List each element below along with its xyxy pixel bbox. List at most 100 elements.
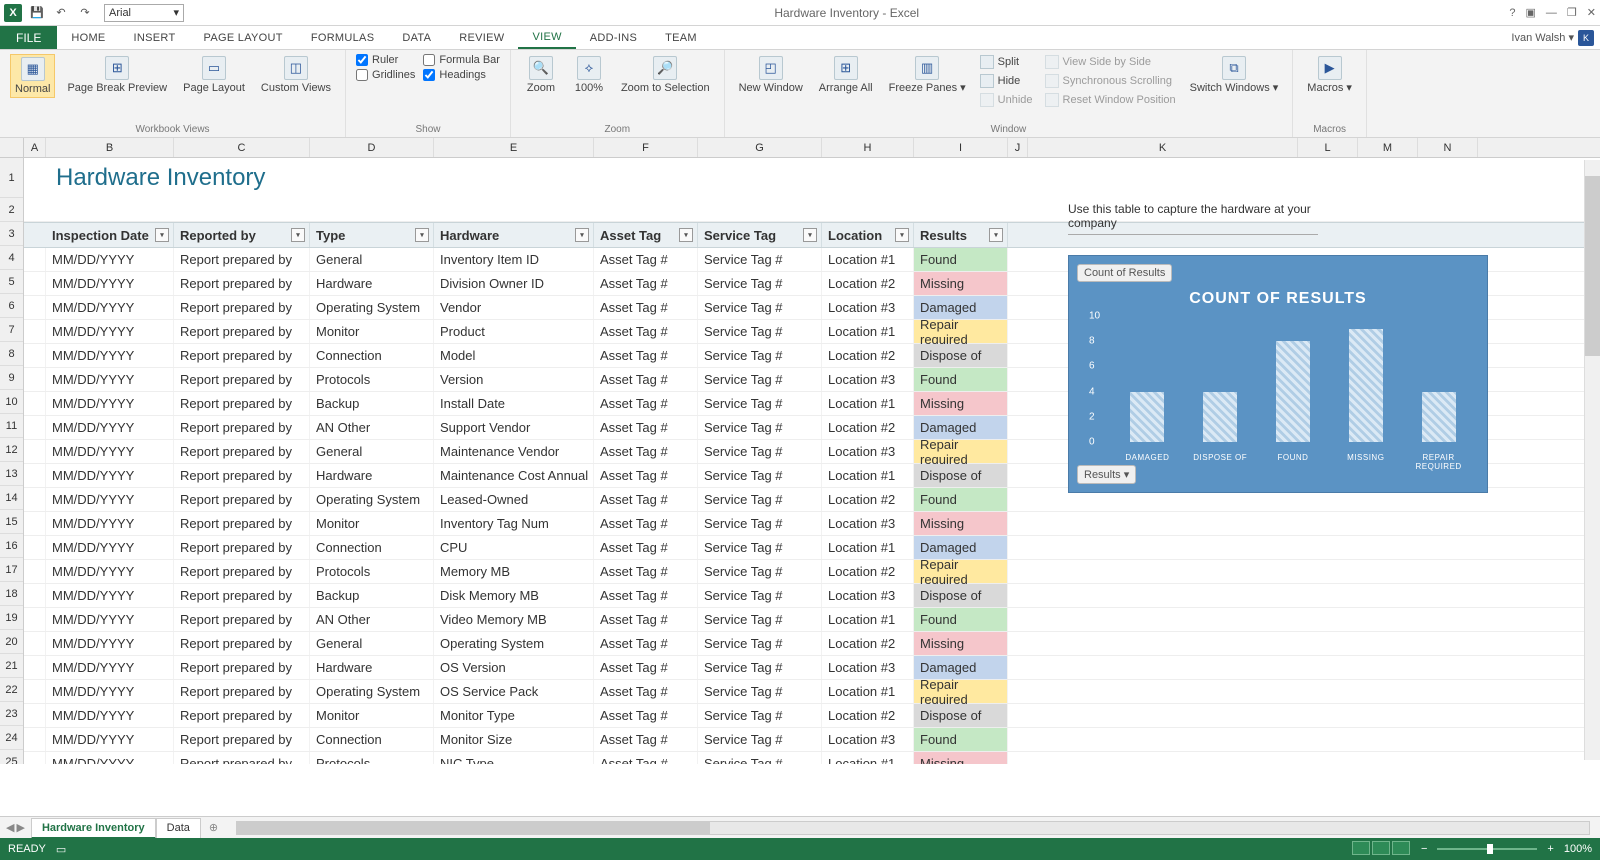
cell[interactable]: Location #3 — [822, 584, 914, 607]
page-break-preview-button[interactable]: ⊞Page Break Preview — [63, 54, 171, 96]
cell[interactable]: MM/DD/YYYY — [46, 728, 174, 751]
cell[interactable]: MM/DD/YYYY — [46, 464, 174, 487]
cell[interactable]: MM/DD/YYYY — [46, 320, 174, 343]
row-header[interactable]: 24 — [0, 726, 23, 750]
cell[interactable]: MM/DD/YYYY — [46, 656, 174, 679]
cell[interactable]: Report prepared by — [174, 536, 310, 559]
switch-windows-button[interactable]: ⧉Switch Windows ▾ — [1186, 54, 1283, 96]
results-cell[interactable]: Missing — [914, 512, 1008, 535]
cell[interactable]: Service Tag # — [698, 704, 822, 727]
cell[interactable]: NIC Type — [434, 752, 594, 764]
cell[interactable]: Connection — [310, 536, 434, 559]
row-header[interactable]: 10 — [0, 390, 23, 414]
cell[interactable]: Location #1 — [822, 752, 914, 764]
help-icon[interactable]: ? — [1509, 7, 1515, 19]
sheet-tab-data[interactable]: Data — [156, 818, 201, 839]
column-header[interactable]: M — [1358, 138, 1418, 157]
table-row[interactable]: MM/DD/YYYYReport prepared byConnectionMo… — [24, 728, 1600, 752]
row-header[interactable]: 19 — [0, 606, 23, 630]
bar[interactable] — [1349, 329, 1383, 442]
cell[interactable]: Report prepared by — [174, 368, 310, 391]
zoom-100-button[interactable]: ⟡100% — [569, 54, 609, 96]
results-cell[interactable]: Repair required — [914, 680, 1008, 703]
cell[interactable]: Location #1 — [822, 320, 914, 343]
zoom-in-button[interactable]: + — [1547, 843, 1553, 855]
cell[interactable]: Service Tag # — [698, 392, 822, 415]
cell[interactable]: Inventory Tag Num — [434, 512, 594, 535]
cell[interactable]: Asset Tag # — [594, 608, 698, 631]
cell[interactable]: Service Tag # — [698, 680, 822, 703]
cell[interactable]: OS Service Pack — [434, 680, 594, 703]
zoom-out-button[interactable]: − — [1421, 843, 1427, 855]
cell[interactable]: Service Tag # — [698, 632, 822, 655]
cell[interactable]: MM/DD/YYYY — [46, 584, 174, 607]
cell[interactable]: Asset Tag # — [594, 752, 698, 764]
cell[interactable]: Operating System — [310, 680, 434, 703]
column-header[interactable]: D — [310, 138, 434, 157]
results-cell[interactable]: Found — [914, 608, 1008, 631]
cell[interactable]: Service Tag # — [698, 752, 822, 764]
results-cell[interactable]: Found — [914, 728, 1008, 751]
column-header[interactable]: B — [46, 138, 174, 157]
cell[interactable]: Asset Tag # — [594, 704, 698, 727]
cell[interactable]: MM/DD/YYYY — [46, 248, 174, 271]
tab-formulas[interactable]: FORMULAS — [297, 26, 389, 49]
cell[interactable]: Asset Tag # — [594, 368, 698, 391]
table-row[interactable]: MM/DD/YYYYReport prepared byMonitorInven… — [24, 512, 1600, 536]
font-dropdown[interactable]: Arial ▾ — [104, 4, 184, 22]
row-header[interactable]: 12 — [0, 438, 23, 462]
save-icon[interactable]: 💾 — [28, 4, 46, 22]
row-header[interactable]: 4 — [0, 246, 23, 270]
split-button[interactable]: Split — [978, 54, 1035, 70]
restore-icon[interactable]: ❐ — [1567, 6, 1577, 19]
cell[interactable]: MM/DD/YYYY — [46, 680, 174, 703]
filter-icon[interactable]: ▾ — [895, 228, 909, 242]
tab-page-layout[interactable]: PAGE LAYOUT — [190, 26, 297, 49]
cell[interactable]: Model — [434, 344, 594, 367]
cell[interactable]: Report prepared by — [174, 512, 310, 535]
cell[interactable]: Location #2 — [822, 272, 914, 295]
cell[interactable]: Location #2 — [822, 704, 914, 727]
row-header[interactable]: 7 — [0, 318, 23, 342]
row-header[interactable]: 6 — [0, 294, 23, 318]
column-header[interactable]: N — [1418, 138, 1478, 157]
cell[interactable]: MM/DD/YYYY — [46, 296, 174, 319]
normal-view-button[interactable]: ▦Normal — [10, 54, 55, 98]
column-header[interactable]: J — [1008, 138, 1028, 157]
cell[interactable]: Service Tag # — [698, 656, 822, 679]
minimize-icon[interactable]: — — [1546, 7, 1557, 19]
chart[interactable]: Count of Results Results ▾ COUNT OF RESU… — [1068, 255, 1488, 493]
row-header[interactable]: 11 — [0, 414, 23, 438]
cell[interactable]: Vendor — [434, 296, 594, 319]
cell[interactable]: Report prepared by — [174, 656, 310, 679]
cell[interactable]: Leased-Owned — [434, 488, 594, 511]
row-header[interactable]: 5 — [0, 270, 23, 294]
row-header[interactable]: 16 — [0, 534, 23, 558]
cell[interactable]: Service Tag # — [698, 728, 822, 751]
results-cell[interactable]: Dispose of — [914, 344, 1008, 367]
zoom-selection-button[interactable]: 🔎Zoom to Selection — [617, 54, 714, 96]
vertical-scrollbar[interactable] — [1584, 160, 1600, 760]
cell[interactable]: Service Tag # — [698, 560, 822, 583]
sheet-tab-hardware-inventory[interactable]: Hardware Inventory — [31, 818, 156, 839]
cell[interactable]: MM/DD/YYYY — [46, 512, 174, 535]
cell[interactable]: Report prepared by — [174, 272, 310, 295]
results-cell[interactable]: Repair required — [914, 560, 1008, 583]
row-header[interactable]: 13 — [0, 462, 23, 486]
row-header[interactable]: 23 — [0, 702, 23, 726]
cell[interactable]: General — [310, 248, 434, 271]
cell[interactable]: CPU — [434, 536, 594, 559]
cell[interactable]: Protocols — [310, 560, 434, 583]
cell[interactable]: Location #1 — [822, 392, 914, 415]
scroll-thumb[interactable] — [1585, 176, 1600, 356]
gridlines-checkbox[interactable]: Gridlines — [356, 69, 415, 81]
tab-add-ins[interactable]: ADD-INS — [576, 26, 651, 49]
cell[interactable]: Location #2 — [822, 416, 914, 439]
column-header[interactable]: G — [698, 138, 822, 157]
filter-icon[interactable]: ▾ — [155, 228, 169, 242]
cell[interactable]: Service Tag # — [698, 584, 822, 607]
zoom-slider[interactable] — [1437, 848, 1537, 850]
cell[interactable]: Asset Tag # — [594, 680, 698, 703]
results-cell[interactable]: Repair required — [914, 320, 1008, 343]
cell[interactable]: Location #1 — [822, 608, 914, 631]
